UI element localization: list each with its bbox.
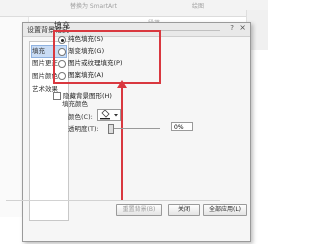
ribbon-drawing-label[interactable]: 绘图 — [192, 1, 204, 10]
footer-divider — [6, 200, 220, 201]
checkbox-box[interactable] — [53, 92, 61, 100]
reset-background-button[interactable]: 重置背景(B) — [116, 204, 162, 216]
ribbon-smartart-label[interactable]: 替换为 SmartArt — [70, 1, 117, 10]
color-label: 颜色(C): — [68, 113, 93, 121]
paint-bucket-icon — [100, 109, 118, 120]
annotation-arrow — [121, 84, 123, 200]
transparency-label: 透明度(T): — [68, 125, 99, 133]
fill-color-heading: 填充颜色 — [62, 100, 88, 108]
apply-to-all-button[interactable]: 全部应用(L) — [203, 204, 247, 216]
highlight-annotation-box — [53, 30, 161, 84]
close-button[interactable]: 关闭 — [168, 204, 200, 216]
transparency-slider-thumb[interactable] — [108, 124, 114, 134]
help-icon[interactable]: ? — [230, 24, 234, 32]
color-picker-button[interactable] — [97, 109, 121, 121]
screen: 替换为 SmartArt 绘图 段落 设置背景格式 ? × 填充 图片更正 图片… — [0, 0, 268, 244]
transparency-input[interactable]: 0% — [171, 122, 193, 131]
close-icon[interactable]: × — [239, 24, 246, 32]
ribbon-bar: 替换为 SmartArt 绘图 — [0, 0, 268, 17]
transparency-slider-track[interactable] — [110, 128, 160, 129]
